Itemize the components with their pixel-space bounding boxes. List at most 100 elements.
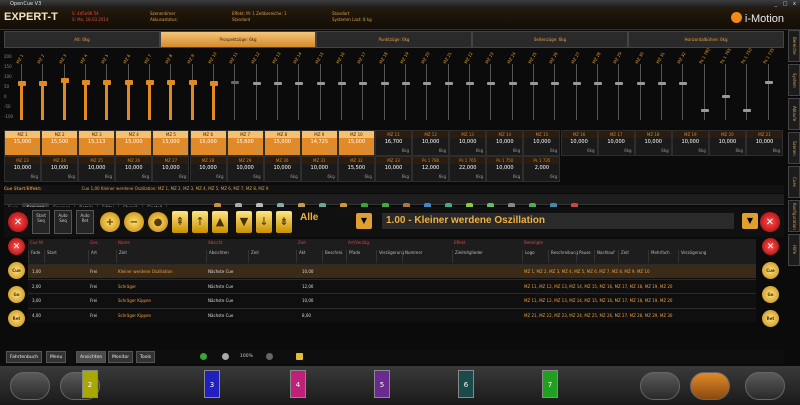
grid_row1-cell-14[interactable]: MZ 15 10,000 6kg: [523, 130, 561, 156]
nav-fahrtenbuch[interactable]: Fahrtenbuch: [6, 351, 43, 363]
grid_row2-cell-5[interactable]: MZ 28 10,000 6kg: [189, 156, 227, 182]
fader-24[interactable]: MZ 25: [526, 48, 542, 130]
fader-knob-11[interactable]: [252, 81, 261, 85]
fader-knob-30[interactable]: [658, 81, 666, 85]
col-subheader-2[interactable]: Art: [88, 250, 97, 263]
grid_row1-cell-18[interactable]: MZ 19 10,000 6kg: [671, 130, 709, 156]
cue-title-field[interactable]: 1.00 - Kleiner werdene Oszillation: [382, 213, 734, 229]
grid_row2-cell-13[interactable]: Ps 1 750 10,000 6kg: [486, 156, 524, 182]
grid_row2-cell-10[interactable]: MZ 33 10,000 6kg: [375, 156, 412, 182]
nav-menu[interactable]: Menu: [46, 351, 67, 363]
fader-group-tab-4[interactable]: Horizontalbühne: 6kg: [628, 31, 784, 48]
grid_row1-cell-4[interactable]: MZ 5 15,000 6kg: [152, 130, 190, 156]
col-subheader-16[interactable]: Zeit: [618, 250, 629, 263]
grid_row1-cell-7[interactable]: MZ 8 15,000 6kg: [263, 130, 301, 156]
col-subheader-6[interactable]: Akt: [296, 250, 306, 263]
fader-31[interactable]: MZ 32: [675, 48, 691, 130]
toggle-start-seq[interactable]: Start Seq: [32, 210, 50, 234]
filter-dropdown-button[interactable]: ▼: [356, 213, 372, 229]
toggle-auto-seq[interactable]: Auto Seq: [54, 210, 72, 234]
nav-monitor[interactable]: Monitor: [108, 351, 134, 363]
fader-25[interactable]: MZ 26: [547, 48, 563, 130]
col-subheader-18[interactable]: Verzögerung: [678, 250, 706, 263]
grid_row2-cell-4[interactable]: MZ 27 10,000 6kg: [152, 156, 190, 182]
right-tab-4[interactable]: Cues: [788, 166, 800, 198]
monitor-icon[interactable]: [200, 353, 207, 360]
fader-27[interactable]: MZ 28: [590, 48, 606, 130]
fader-knob-27[interactable]: [594, 81, 602, 85]
fader-17[interactable]: MZ 18: [377, 48, 393, 130]
right-tab-2[interactable]: Ablaufe: [788, 98, 800, 130]
grid_row1-cell-13[interactable]: MZ 14 10,000 6kg: [486, 130, 524, 156]
col-header-1[interactable]: Ges.: [88, 239, 99, 246]
grid_row1-cell-11[interactable]: MZ 12 10,000 6kg: [412, 130, 450, 156]
fader-19[interactable]: MZ 20: [419, 48, 435, 130]
move-down-button[interactable]: ↓: [256, 211, 272, 233]
grid_row2-cell-7[interactable]: MZ 30 10,000 6kg: [263, 156, 301, 182]
fader-knob-22[interactable]: [487, 81, 496, 85]
window-controls[interactable]: _ □ x: [775, 0, 798, 8]
col-subheader-9[interactable]: Verzögerung: [376, 250, 404, 263]
grid_row2-cell-12[interactable]: Ps 1 765 22,000 6kg: [449, 156, 487, 182]
col-subheader-15[interactable]: Nachlauf: [594, 250, 615, 263]
fader-knob-24[interactable]: [530, 81, 538, 85]
col-header-7[interactable]: Beteiligte: [522, 239, 543, 246]
grid_row1-cell-15[interactable]: MZ 16 10,000 6kg: [560, 130, 598, 156]
grid_row2-cell-1[interactable]: MZ 24 10,000 6kg: [41, 156, 79, 182]
fader-34[interactable]: Ps 1 750: [739, 47, 755, 130]
stop-knob[interactable]: [640, 372, 680, 400]
next-knob[interactable]: [745, 372, 785, 400]
fader-knob-32[interactable]: [700, 108, 709, 112]
fader-11[interactable]: MZ 12: [249, 48, 265, 130]
move-up-one-button[interactable]: ▲: [212, 211, 228, 233]
move-up-button[interactable]: ↑: [192, 211, 208, 233]
fader-knob-19[interactable]: [423, 81, 432, 85]
move-bottom-button[interactable]: ⇟: [276, 211, 292, 233]
fader-33[interactable]: Ps 1 765: [718, 47, 734, 130]
fader-13[interactable]: MZ 14: [291, 48, 307, 130]
grid_row1-cell-5[interactable]: MZ 6 15,000 6kg: [189, 130, 227, 156]
add-cue-button[interactable]: +: [100, 212, 120, 232]
grid_row1-cell-20[interactable]: MZ 21 10,000 6kg: [746, 130, 783, 156]
go-knob[interactable]: [690, 372, 730, 400]
fader-0[interactable]: MZ 1: [14, 48, 30, 130]
fader-30[interactable]: MZ 31: [654, 48, 670, 130]
col-subheader-0[interactable]: Fade: [28, 250, 40, 263]
fader-28[interactable]: MZ 29: [611, 48, 627, 130]
fader-5[interactable]: MZ 6: [121, 48, 137, 130]
fader-23[interactable]: MZ 24: [505, 48, 521, 130]
fader-group-tab-1[interactable]: Prospektzüge: 6kg: [160, 31, 316, 48]
fader-14[interactable]: MZ 15: [313, 48, 329, 130]
fader-knob-31[interactable]: [679, 81, 688, 85]
fader-knob-29[interactable]: [636, 81, 645, 85]
fader-knob-35[interactable]: [764, 80, 773, 84]
grid_row2-cell-14[interactable]: Ps 1 735 2,000 6kg: [523, 156, 561, 182]
fader-knob-12[interactable]: [274, 81, 282, 85]
col-subheader-14[interactable]: Pause: [576, 250, 591, 263]
grid_row2-cell-11[interactable]: Ps 1 780 12,000 6kg: [412, 156, 450, 182]
fader-29[interactable]: MZ 30: [633, 48, 649, 130]
col-subheader-12[interactable]: Logo: [522, 250, 535, 263]
fader-9[interactable]: MZ 10: [206, 48, 222, 130]
playback-pad-2[interactable]: 2: [82, 370, 98, 398]
fader-knob-23[interactable]: [508, 81, 517, 85]
fader-group-tab-3[interactable]: Seitenzüge: 6kg: [472, 31, 628, 48]
fader-15[interactable]: MZ 16: [334, 48, 350, 130]
col-subheader-17[interactable]: Mehrfach: [648, 250, 670, 263]
grid_row1-cell-2[interactable]: MZ 3 15,113 6kg: [78, 130, 116, 156]
prev-knob[interactable]: [10, 372, 50, 400]
fader-knob-10[interactable]: [231, 80, 240, 84]
grid_row2-cell-9[interactable]: MZ 32 15,500 6kg: [337, 156, 375, 182]
playback-pad-3[interactable]: 3: [204, 370, 220, 398]
go-cue-button[interactable]: ●: [148, 212, 168, 232]
playback-pad-7[interactable]: 7: [542, 370, 558, 398]
fader-22[interactable]: MZ 23: [483, 48, 499, 130]
grid_row1-cell-19[interactable]: MZ 20 10,000 6kg: [708, 130, 746, 156]
col-header-3[interactable]: Absicht: [206, 239, 223, 246]
grid_row2-cell-2[interactable]: MZ 25 10,000 6kg: [78, 156, 116, 182]
fader-knob-16[interactable]: [359, 81, 368, 85]
left-stop-button[interactable]: ✕: [8, 238, 25, 255]
left-cue-button-3[interactable]: Ret: [8, 310, 25, 327]
left-cue-button-1[interactable]: Cue: [8, 262, 25, 279]
grid_row1-cell-6[interactable]: MZ 7 15,600 6kg: [226, 130, 264, 156]
